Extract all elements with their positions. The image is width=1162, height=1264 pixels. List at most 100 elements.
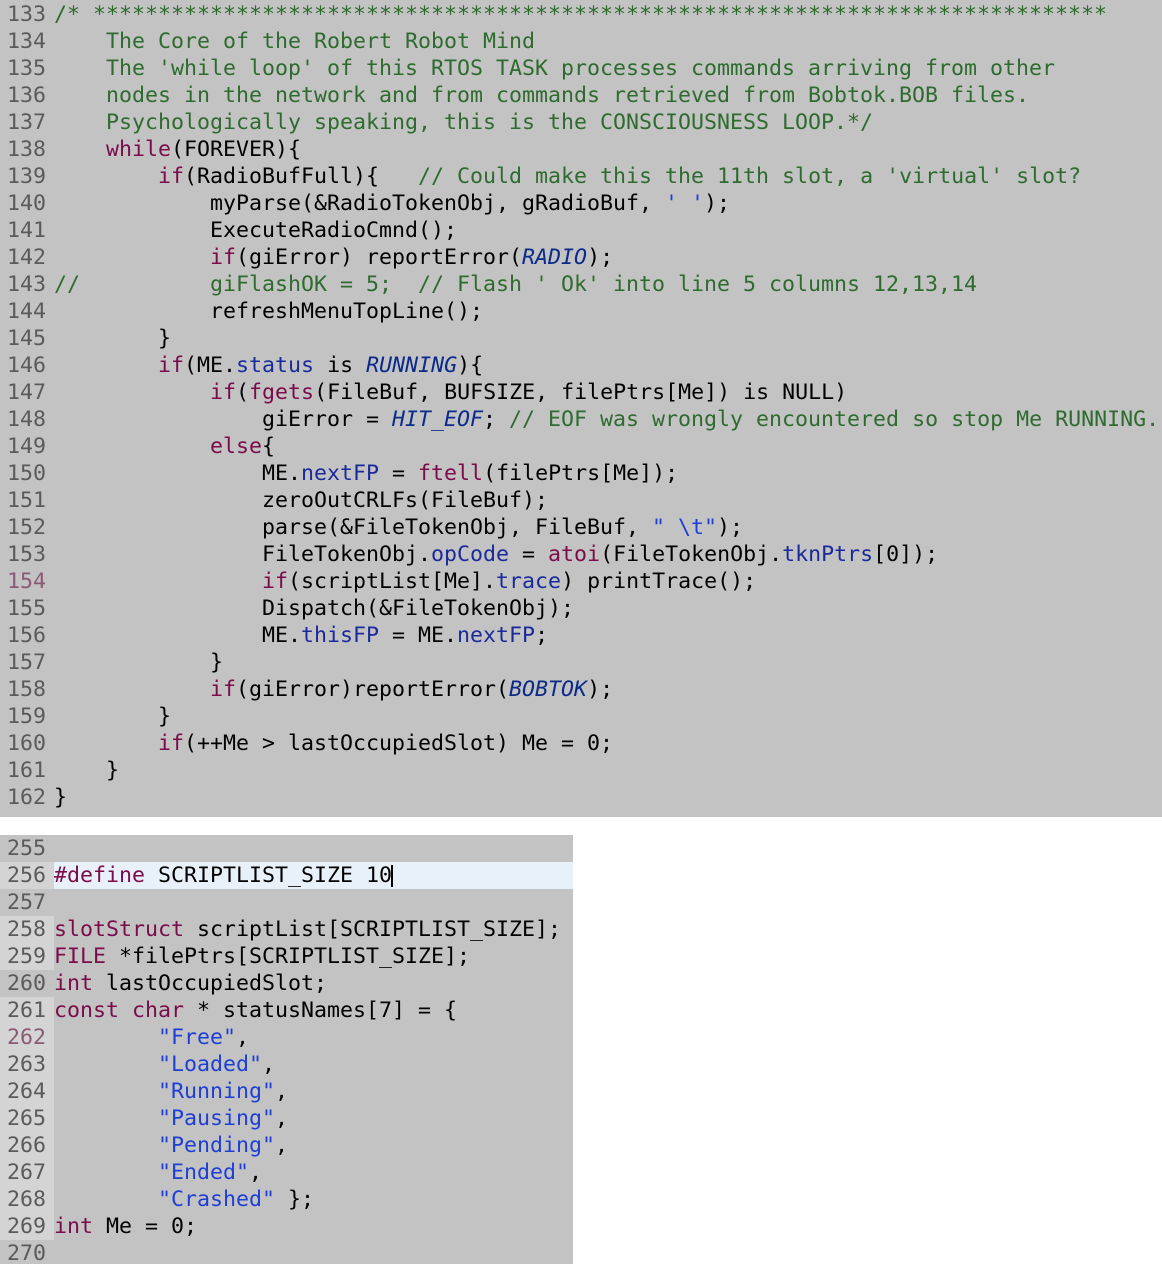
code-token: // Could make this the 11th slot, a 'vir… — [418, 164, 1082, 189]
code-line[interactable]: 157 } — [0, 649, 223, 676]
code-line[interactable]: 161 } — [0, 757, 119, 784]
code-token: // EOF was wrongly encountered so stop M… — [509, 407, 1160, 432]
code-text: } — [54, 704, 171, 729]
line-number: 136 — [7, 83, 47, 108]
code-token: } — [54, 650, 224, 675]
code-line[interactable]: 264 "Running", — [0, 1078, 288, 1105]
code-token: FileTokenObj. — [54, 542, 432, 567]
code-text: while(FOREVER){ — [54, 137, 301, 162]
code-line[interactable]: 159 } — [0, 703, 171, 730]
code-line[interactable]: 261 const char * statusNames[7] = { — [0, 997, 457, 1024]
code-text: nodes in the network and from commands r… — [54, 83, 1029, 108]
code-token: , — [275, 1133, 289, 1158]
code-line[interactable]: 257 — [0, 889, 54, 916]
code-line[interactable]: 158 if(giError)reportError(BOBTOK); — [0, 676, 613, 703]
code-line[interactable]: 160 if(++Me > lastOccupiedSlot) Me = 0; — [0, 730, 613, 757]
code-line[interactable]: 142 if(giError) reportError(RADIO); — [0, 244, 613, 271]
code-line[interactable]: 156 ME.thisFP = ME.nextFP; — [0, 622, 548, 649]
code-line[interactable]: 154 if(scriptList[Me].trace) printTrace(… — [0, 568, 756, 595]
code-line[interactable]: 144 refreshMenuTopLine(); — [0, 298, 483, 325]
code-line[interactable]: 256 #define SCRIPTLIST_SIZE 10 — [0, 862, 394, 889]
code-line[interactable]: 152 parse(&FileTokenObj, FileBuf, " \t")… — [0, 514, 743, 541]
line-number: 140 — [7, 191, 47, 216]
code-token: #define — [54, 863, 146, 888]
code-editor-bottom[interactable]: 255 256 #define SCRIPTLIST_SIZE 10 257 258 sl… — [0, 835, 573, 1264]
line-number: 137 — [7, 110, 47, 135]
line-number: 267 — [0, 1159, 54, 1186]
code-line[interactable]: 138 while(FOREVER){ — [0, 136, 301, 163]
code-line[interactable]: 139 if(RadioBufFull){ // Could make this… — [0, 163, 1081, 190]
code-token: } — [54, 758, 120, 783]
code-token: scriptList[SCRIPTLIST_SIZE]; — [184, 917, 562, 942]
code-token: , — [236, 1025, 250, 1050]
code-text: if(RadioBufFull){ // Could make this the… — [54, 164, 1081, 189]
code-token: if — [210, 677, 237, 702]
line-number: 270 — [7, 1241, 47, 1264]
code-line[interactable]: 259 FILE *filePtrs[SCRIPTLIST_SIZE]; — [0, 943, 470, 970]
code-line[interactable]: 141 ExecuteRadioCmnd(); — [0, 217, 457, 244]
code-line[interactable]: 255 — [0, 835, 54, 862]
code-line[interactable]: 263 "Loaded", — [0, 1051, 275, 1078]
code-token: FILE — [54, 944, 107, 969]
code-token: if — [158, 353, 185, 378]
line-number: 154 — [7, 569, 47, 594]
code-token: (FileTokenObj. — [600, 542, 783, 567]
code-line[interactable]: 133 /* **********************************… — [0, 1, 1107, 28]
code-line[interactable]: 143 // giFlashOK = 5; // Flash ' Ok' into… — [0, 271, 977, 298]
code-line[interactable]: 135 The 'while loop' of this RTOS TASK p… — [0, 55, 1055, 82]
code-line[interactable]: 270 — [0, 1240, 54, 1264]
line-number: 142 — [7, 245, 47, 270]
code-line[interactable]: 136 nodes in the network and from comman… — [0, 82, 1029, 109]
code-line[interactable]: 268 "Crashed" }; — [0, 1186, 314, 1213]
code-line[interactable]: 155 Dispatch(&FileTokenObj); — [0, 595, 574, 622]
code-token: // giFlashOK = 5; // Flash ' Ok' into li… — [54, 272, 978, 297]
code-line[interactable]: 265 "Pausing", — [0, 1105, 288, 1132]
code-token: is — [314, 353, 367, 378]
code-text: if(giError)reportError(BOBTOK); — [54, 677, 613, 702]
line-number: 262 — [0, 1024, 54, 1051]
code-token: HIT_EOF — [392, 407, 484, 432]
code-token: while — [106, 137, 172, 162]
code-token: if — [210, 245, 237, 270]
code-text: "Crashed" }; — [54, 1187, 314, 1212]
code-token: , — [249, 1160, 263, 1185]
code-line[interactable]: 148 giError = HIT_EOF; // EOF was wrongl… — [0, 406, 1159, 433]
code-line[interactable]: 260 int lastOccupiedSlot; — [0, 970, 327, 997]
code-token: lastOccupiedSlot; — [93, 971, 328, 996]
code-line[interactable]: 146 if(ME.status is RUNNING){ — [0, 352, 483, 379]
code-line[interactable]: 258 slotStruct scriptList[SCRIPTLIST_SIZE… — [0, 916, 561, 943]
code-line[interactable]: 149 else{ — [0, 433, 275, 460]
code-text: int lastOccupiedSlot; — [54, 971, 327, 996]
code-line[interactable]: 134 The Core of the Robert Robot Mind — [0, 28, 535, 55]
code-line[interactable]: 150 ME.nextFP = ftell(filePtrs[Me]); — [0, 460, 678, 487]
code-text: Dispatch(&FileTokenObj); — [54, 596, 574, 621]
code-line[interactable]: 151 zeroOutCRLFs(FileBuf); — [0, 487, 548, 514]
code-text: if(scriptList[Me].trace) printTrace(); — [54, 569, 756, 594]
code-line[interactable]: 162} — [0, 784, 67, 811]
code-text: FileTokenObj.opCode = atoi(FileTokenObj.… — [54, 542, 938, 567]
code-line[interactable]: 147 if(fgets(FileBuf, BUFSIZE, filePtrs[… — [0, 379, 847, 406]
code-line[interactable]: 137 Psychologically speaking, this is th… — [0, 109, 873, 136]
code-token: ME. — [54, 461, 302, 486]
code-text: if(giError) reportError(RADIO); — [54, 245, 613, 270]
code-editor-top[interactable]: 133 /* **********************************… — [0, 0, 1162, 817]
code-line[interactable]: 140 myParse(&RadioTokenObj, gRadioBuf, '… — [0, 190, 730, 217]
code-token: ; — [535, 623, 549, 648]
code-text: else{ — [54, 434, 275, 459]
code-line[interactable]: 153 FileTokenObj.opCode = atoi(FileToken… — [0, 541, 938, 568]
code-text: ME.nextFP = ftell(filePtrs[Me]); — [54, 461, 678, 486]
code-line[interactable]: 267 "Ended", — [0, 1159, 262, 1186]
code-line[interactable]: 266 "Pending", — [0, 1132, 288, 1159]
code-line[interactable]: 145 } — [0, 325, 171, 352]
line-number: 261 — [0, 997, 54, 1024]
code-line[interactable]: 262 "Free", — [0, 1024, 249, 1051]
code-token: char — [132, 998, 185, 1023]
code-token: SCRIPTLIST_SIZE 10 — [145, 863, 393, 888]
code-line[interactable]: 269 int Me = 0; — [0, 1213, 197, 1240]
